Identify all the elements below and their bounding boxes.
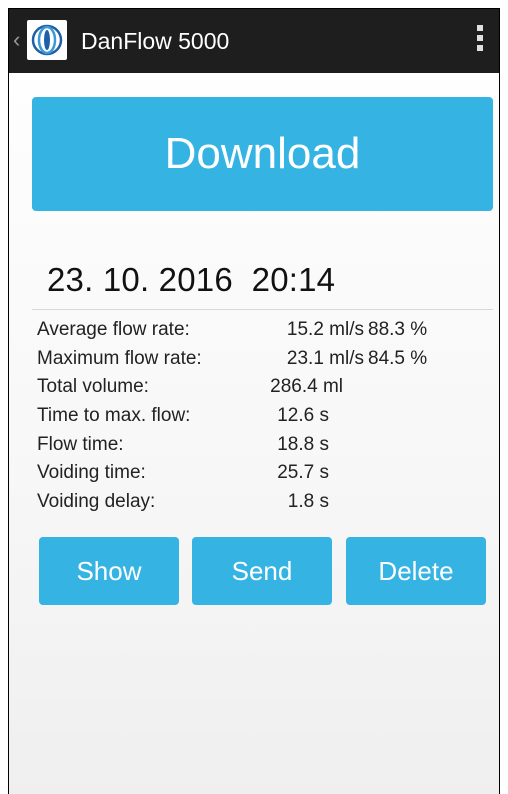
measurement-date: 23. 10. 2016: [47, 261, 233, 298]
stat-value: 23.1 ml/s: [286, 347, 364, 369]
stat-row-maximum-flow: Maximum flow rate: 23.1 ml/s 84.5 %: [37, 345, 487, 374]
stat-row-total-volume: Total volume: 286.4 ml: [37, 373, 487, 402]
divider: [32, 309, 493, 310]
stat-label: Voiding time:: [37, 462, 146, 484]
action-bar: ‹ DanFlow 5000: [9, 9, 499, 73]
stat-percent: 84.5 %: [368, 347, 428, 369]
stat-value: 12.6 s: [277, 405, 329, 427]
send-button[interactable]: Send: [192, 537, 332, 605]
stat-value: 15.2 ml/s: [286, 319, 364, 340]
stat-value: 1.8 s: [287, 491, 329, 513]
danflow-logo-icon[interactable]: [27, 20, 67, 60]
chevron-left-icon[interactable]: ‹: [13, 29, 20, 51]
app-title: DanFlow 5000: [81, 28, 230, 54]
stats-list: Average flow rate: 15.2 ml/s 88.3 % Maxi…: [37, 316, 487, 517]
stat-value: 18.8 s: [277, 433, 329, 455]
stat-label: Average flow rate:: [37, 319, 190, 340]
stat-percent: 88.3 %: [368, 319, 428, 340]
measurement-datetime: 23. 10. 2016 20:14: [47, 261, 335, 299]
app-screen: ‹ DanFlow 5000 Download 23. 10. 2016 20:…: [8, 8, 500, 794]
stat-value: 25.7 s: [277, 462, 329, 484]
stat-row-voiding-delay: Voiding delay: 1.8 s: [37, 488, 487, 517]
overflow-menu-icon[interactable]: [475, 25, 485, 55]
delete-button[interactable]: Delete: [346, 537, 486, 605]
stat-label: Total volume:: [37, 376, 149, 398]
stat-label: Voiding delay:: [37, 491, 156, 513]
stat-row-voiding-time: Voiding time: 25.7 s: [37, 459, 487, 488]
stat-row-time-to-max-flow: Time to max. flow: 12.6 s: [37, 402, 487, 431]
show-button[interactable]: Show: [39, 537, 179, 605]
download-button[interactable]: Download: [32, 97, 493, 211]
stat-row-flow-time: Flow time: 18.8 s: [37, 431, 487, 460]
stat-value: 286.4 ml: [270, 376, 343, 398]
measurement-time: 20:14: [251, 261, 336, 298]
stat-label: Maximum flow rate:: [37, 347, 202, 369]
stat-row-average-flow: Average flow rate: 15.2 ml/s 88.3 %: [37, 316, 487, 345]
stat-label: Flow time:: [37, 433, 124, 455]
stat-label: Time to max. flow:: [37, 405, 191, 427]
